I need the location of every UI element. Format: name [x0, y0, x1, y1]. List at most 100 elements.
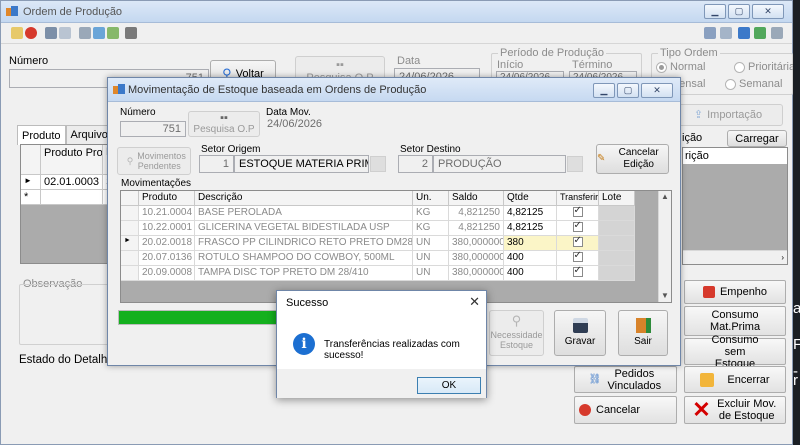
transferir-checkbox[interactable] [572, 236, 583, 248]
cell-transferir[interactable] [557, 266, 599, 281]
cell-saldo[interactable]: 4,821250 [449, 206, 504, 221]
table-row[interactable]: ► 20.02.0018 FRASCO PP CILINDRICO RETO P… [121, 236, 635, 251]
dialog-minimize-button[interactable]: ▁ [593, 83, 615, 98]
cell-descricao[interactable]: FRASCO PP CILINDRICO RETO PRETO DM28/410… [195, 236, 413, 251]
excluir-mov-estoque-button[interactable]: ✕ Excluir Mov. de Estoque [684, 396, 786, 424]
delete-icon[interactable] [25, 27, 37, 39]
dialog-close-button[interactable]: ✕ [641, 83, 673, 98]
minimize-button[interactable]: ▁ [704, 4, 726, 19]
transferir-checkbox[interactable] [572, 266, 583, 278]
cell-qtde[interactable]: 380 [504, 236, 557, 251]
pedidos-vinculados-button[interactable]: ⛓ Pedidos Vinculados [574, 366, 677, 393]
cell-saldo[interactable]: 380,000000 [449, 266, 504, 281]
cell-un[interactable]: UN [413, 266, 449, 281]
cell-produto[interactable]: 02.01.0003 [41, 175, 103, 190]
transferir-checkbox[interactable] [572, 251, 583, 263]
movimentos-pendentes-button[interactable]: ⚲ Movimentos Pendentes [117, 147, 191, 175]
cell-saldo[interactable]: 380,000000 [449, 251, 504, 266]
cell-lote[interactable] [599, 236, 635, 251]
cell-qtde[interactable]: 400 [504, 251, 557, 266]
cell-descricao[interactable]: TAMPA DISC TOP PRETO DM 28/410 [195, 266, 413, 281]
cell-empty[interactable] [41, 190, 103, 205]
table-row[interactable]: 10.22.0001 GLICERINA VEGETAL BIDESTILADA… [121, 221, 635, 236]
setor-origem-code[interactable]: 1 [199, 155, 234, 173]
scroll-up-arrow[interactable]: ▲ [659, 191, 671, 203]
cell-saldo[interactable]: 4,821250 [449, 221, 504, 236]
scroll-down-arrow[interactable]: ▼ [659, 290, 671, 302]
setor-destino-lookup-button[interactable] [567, 156, 583, 172]
empenho-button[interactable]: Empenho [684, 280, 786, 304]
carregar-button[interactable]: Carregar [727, 130, 787, 147]
table-row[interactable]: ► 02.01.0003 S [21, 175, 113, 190]
new-icon[interactable] [11, 27, 23, 39]
observacao-box[interactable] [19, 284, 111, 345]
cell-transferir[interactable] [557, 221, 599, 236]
consumo-sem-estoque-button[interactable]: Consumo sem Estoque [684, 334, 786, 370]
produto-grid[interactable]: Produto Produção D ► 02.01.0003 S * [20, 144, 113, 264]
data-mov-field[interactable]: 24/06/2026 [263, 116, 323, 135]
print-icon[interactable] [125, 27, 137, 39]
undo-icon[interactable] [59, 27, 71, 39]
cell-qtde[interactable]: 4,82125 [504, 206, 557, 221]
setor-destino-code[interactable]: 2 [398, 155, 433, 173]
sair-button[interactable]: Sair [618, 310, 668, 356]
cell-descricao[interactable]: BASE PEROLADA [195, 206, 413, 221]
new-row[interactable]: * [21, 190, 113, 205]
view-icon[interactable] [704, 27, 716, 39]
table-row[interactable]: 10.21.0004 BASE PEROLADA KG 4,821250 4,8… [121, 206, 635, 221]
radio-normal[interactable]: Normal [656, 61, 705, 73]
cell-produto[interactable]: 10.22.0001 [139, 221, 195, 236]
consumo-mat-prima-button[interactable]: Consumo Mat.Prima [684, 306, 786, 336]
cell-produto[interactable]: 10.21.0004 [139, 206, 195, 221]
transferir-checkbox[interactable] [572, 206, 583, 218]
message-close-icon[interactable]: ✕ [469, 294, 480, 310]
cell-transferir[interactable] [557, 236, 599, 251]
cell-lote[interactable] [599, 221, 635, 236]
filter-icon[interactable] [79, 27, 91, 39]
radio-semanal[interactable]: Semanal [725, 78, 782, 90]
grid-vertical-scrollbar[interactable]: ▲ ▼ [658, 191, 671, 302]
cell-lote[interactable] [599, 206, 635, 221]
export-icon[interactable] [107, 27, 119, 39]
cell-produto[interactable]: 20.02.0018 [139, 236, 195, 251]
dialog-maximize-button[interactable]: ▢ [617, 83, 639, 98]
tab-produto[interactable]: Produto [17, 125, 66, 145]
cell-un[interactable]: KG [413, 221, 449, 236]
cell-un[interactable]: UN [413, 236, 449, 251]
movimentacoes-grid[interactable]: Produto Descrição Un. Saldo Qtde Transfe… [120, 190, 672, 303]
dialog-numero-field[interactable]: 751 [120, 121, 186, 137]
cell-un[interactable]: KG [413, 206, 449, 221]
setor-destino-name[interactable]: PRODUÇÃO [433, 155, 566, 173]
tools-icon[interactable] [93, 27, 105, 39]
cell-saldo[interactable]: 380,000000 [449, 236, 504, 251]
ok-button[interactable]: OK [417, 377, 481, 394]
cell-descricao[interactable]: ROTULO SHAMPOO DO COWBOY, 500ML [195, 251, 413, 266]
cancelar-button[interactable]: Cancelar [574, 396, 677, 424]
refresh-icon[interactable] [738, 27, 750, 39]
menu-icon[interactable] [771, 27, 783, 39]
cell-descricao[interactable]: GLICERINA VEGETAL BIDESTILADA USP [195, 221, 413, 236]
cell-qtde[interactable]: 4,82125 [504, 221, 557, 236]
maximize-button[interactable]: ▢ [728, 4, 750, 19]
close-button[interactable]: ✕ [752, 4, 784, 19]
encerrar-button[interactable]: Encerrar [684, 366, 786, 393]
search-icon[interactable] [720, 27, 732, 39]
save-icon[interactable] [45, 27, 57, 39]
descricao-cell[interactable]: rição [683, 148, 787, 164]
radio-prioritaria[interactable]: Prioritária [734, 61, 795, 73]
cell-un[interactable]: UN [413, 251, 449, 266]
table-row[interactable]: 20.09.0008 TAMPA DISC TOP PRETO DM 28/41… [121, 266, 635, 281]
table-row[interactable]: 20.07.0136 ROTULO SHAMPOO DO COWBOY, 500… [121, 251, 635, 266]
dialog-pesquisa-op-button[interactable]: ▪▪ Pesquisa O.P [188, 111, 260, 137]
transferir-checkbox[interactable] [572, 221, 583, 233]
setor-origem-name[interactable]: ESTOQUE MATERIA PRIMA [234, 155, 369, 173]
cell-lote[interactable] [599, 266, 635, 281]
importacao-button[interactable]: ⇪ Importação [673, 104, 783, 126]
cancelar-edicao-button[interactable]: ✎ Cancelar Edição [596, 144, 669, 174]
setor-origem-lookup-button[interactable] [370, 156, 386, 172]
cell-qtde[interactable]: 400 [504, 266, 557, 281]
cell-produto[interactable]: 20.07.0136 [139, 251, 195, 266]
info-icon[interactable] [754, 27, 766, 39]
cell-lote[interactable] [599, 251, 635, 266]
cell-transferir[interactable] [557, 251, 599, 266]
